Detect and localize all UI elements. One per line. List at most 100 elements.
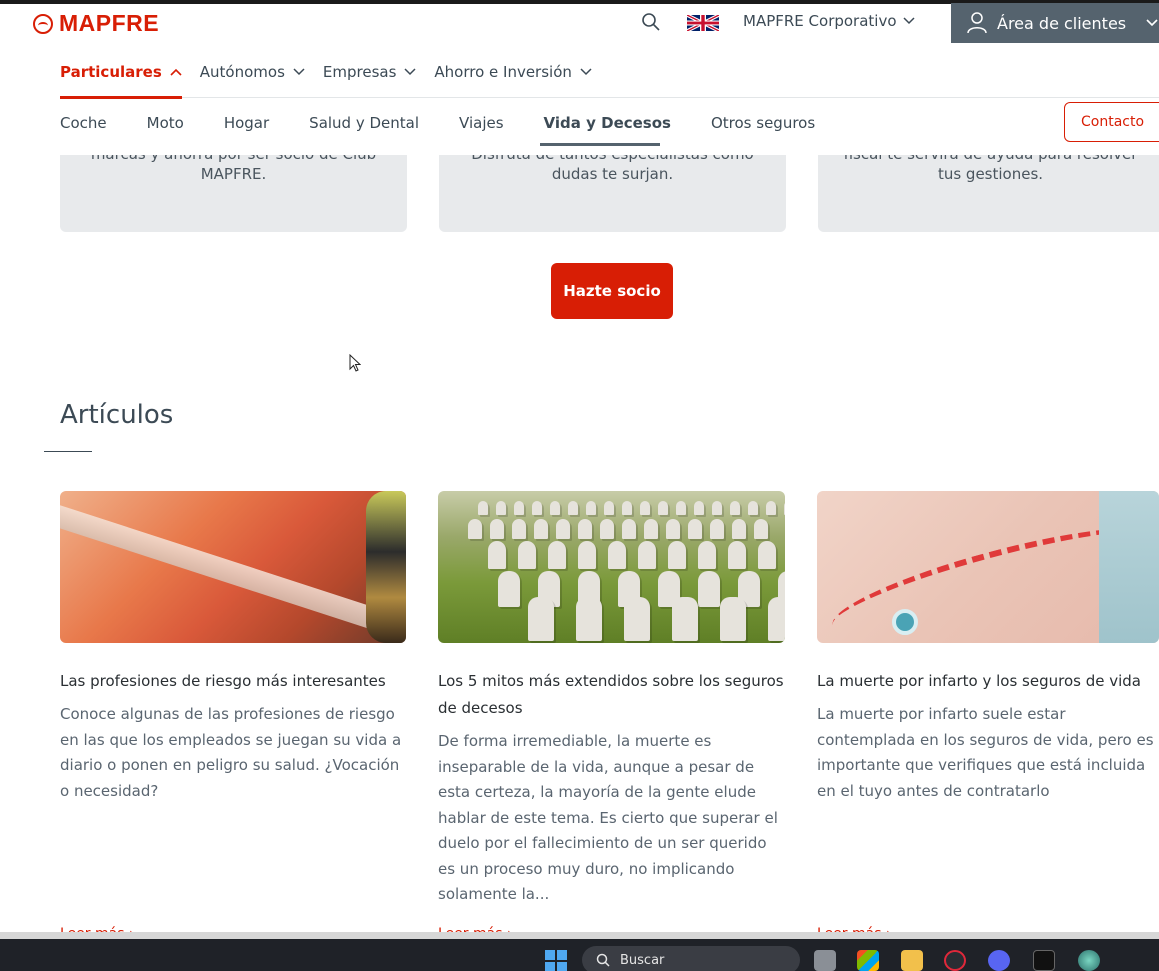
article-title[interactable]: Los 5 mitos más extendidos sobre los seg… <box>438 668 790 722</box>
gravestone <box>586 501 596 515</box>
gravestone <box>550 501 560 515</box>
corporate-label: MAPFRE Corporativo <box>743 12 897 30</box>
article-description: La muerte por infarto suele estar contem… <box>817 705 1154 800</box>
subnav-coche[interactable]: Coche <box>60 114 107 134</box>
taskbar-search[interactable]: Buscar <box>582 946 800 971</box>
gravestone <box>624 597 650 641</box>
active-nav-underline <box>60 96 182 99</box>
article-image-ecg[interactable] <box>817 491 1159 643</box>
gravestone <box>720 597 746 641</box>
uk-flag-icon[interactable] <box>687 15 719 31</box>
windows-taskbar <box>0 939 1159 971</box>
subnav-otros-seguros[interactable]: Otros seguros <box>711 114 815 134</box>
gravestone <box>676 501 686 515</box>
chevron-down-icon <box>580 68 592 76</box>
gravestone <box>784 501 785 515</box>
nav-particulares[interactable]: Particulares <box>60 60 182 84</box>
primary-nav: Particulares Autónomos Empresas Ahorro e… <box>60 60 610 84</box>
chevron-down-icon <box>293 68 305 76</box>
gravestone <box>548 541 566 569</box>
benefit-card: Disfruta de tantos especialistas como du… <box>439 155 786 232</box>
gravestone <box>640 501 650 515</box>
gravestone <box>496 501 506 515</box>
nav-label: Particulares <box>60 63 162 81</box>
mapfre-logo[interactable]: MAPFRE <box>33 10 159 37</box>
benefit-cut-text: Disfruta de tantos especialistas como <box>439 155 786 164</box>
article-description: Conoce algunas de las profesiones de rie… <box>60 705 402 800</box>
subnav-vida-decesos[interactable]: Vida y Decesos <box>544 114 671 134</box>
nav-label: Ahorro e Inversión <box>434 63 572 81</box>
gravestone <box>498 571 520 607</box>
gravestone <box>758 541 776 569</box>
nav-divider <box>60 97 1159 98</box>
subnav-hogar[interactable]: Hogar <box>224 114 269 134</box>
gravestone <box>532 501 542 515</box>
gravestone <box>668 541 686 569</box>
nav-empresas[interactable]: Empresas <box>323 60 417 84</box>
subnav-moto[interactable]: Moto <box>147 114 184 134</box>
subnav-salud-dental[interactable]: Salud y Dental <box>309 114 419 134</box>
gravestone <box>622 519 636 539</box>
file-explorer-icon[interactable] <box>901 950 923 971</box>
contact-button[interactable]: Contacto <box>1064 102 1159 142</box>
secondary-nav: Coche Moto Hogar Salud y Dental Viajes V… <box>60 114 855 134</box>
heading-underline <box>44 451 92 452</box>
benefit-text: dudas te surjan. <box>551 165 674 183</box>
app-icon[interactable] <box>1078 950 1100 971</box>
nav-autonomos[interactable]: Autónomos <box>200 60 305 84</box>
app-icon[interactable] <box>1033 950 1055 971</box>
article-title[interactable]: Las profesiones de riesgo más interesant… <box>60 668 406 695</box>
gravestone <box>578 541 596 569</box>
chevron-up-icon <box>170 68 182 76</box>
gravestone <box>698 541 716 569</box>
gravestone <box>576 597 602 641</box>
gravestone <box>600 519 614 539</box>
discord-icon[interactable] <box>988 950 1010 971</box>
gravestone <box>556 519 570 539</box>
gravestone <box>672 597 698 641</box>
article-image-cemetery[interactable] <box>438 491 785 643</box>
gravestone <box>608 541 626 569</box>
search-icon <box>596 953 610 967</box>
article-title[interactable]: La muerte por infarto y los seguros de v… <box>817 668 1159 695</box>
gravestone <box>766 501 776 515</box>
chevron-down-icon <box>404 68 416 76</box>
subnav-viajes[interactable]: Viajes <box>459 114 504 134</box>
windows-start-icon[interactable] <box>545 950 567 971</box>
hazte-socio-button[interactable]: Hazte socio <box>551 263 673 319</box>
client-area-button[interactable]: Área de clientes <box>951 3 1159 43</box>
opera-icon[interactable] <box>944 950 966 971</box>
gravestone <box>710 519 724 539</box>
chevron-down-icon <box>1146 19 1158 27</box>
benefit-text: MAPFRE. <box>200 165 267 183</box>
gravestone <box>698 571 720 607</box>
taskbar-search-label: Buscar <box>620 952 665 968</box>
articles-heading: Artículos <box>60 400 174 430</box>
gravestone <box>730 501 740 515</box>
nav-ahorro-inversion[interactable]: Ahorro e Inversión <box>434 60 592 84</box>
gravestone <box>658 501 668 515</box>
nav-label: Autónomos <box>199 63 285 81</box>
gravestone <box>488 541 506 569</box>
gravestone <box>732 519 746 539</box>
gravestone <box>728 541 746 569</box>
active-subnav-underline <box>540 143 660 146</box>
benefit-card: marcas y ahorra por ser socio de Club MA… <box>60 155 407 232</box>
gravestone <box>518 541 536 569</box>
gravestone <box>644 519 658 539</box>
gravestone <box>514 501 524 515</box>
gravestone <box>468 519 482 539</box>
article-image-firefighter[interactable] <box>60 491 406 643</box>
gravestone <box>622 501 632 515</box>
search-icon[interactable] <box>641 12 661 32</box>
task-view-icon[interactable] <box>814 950 836 971</box>
gravestone <box>512 519 526 539</box>
gravestone <box>748 501 758 515</box>
gravestone <box>490 519 504 539</box>
nav-label: Empresas <box>322 63 397 81</box>
gravestone <box>712 501 722 515</box>
user-icon <box>967 12 987 34</box>
store-icon[interactable] <box>857 950 879 971</box>
gravestone <box>604 501 614 515</box>
corporate-menu[interactable]: MAPFRE Corporativo <box>743 12 915 30</box>
